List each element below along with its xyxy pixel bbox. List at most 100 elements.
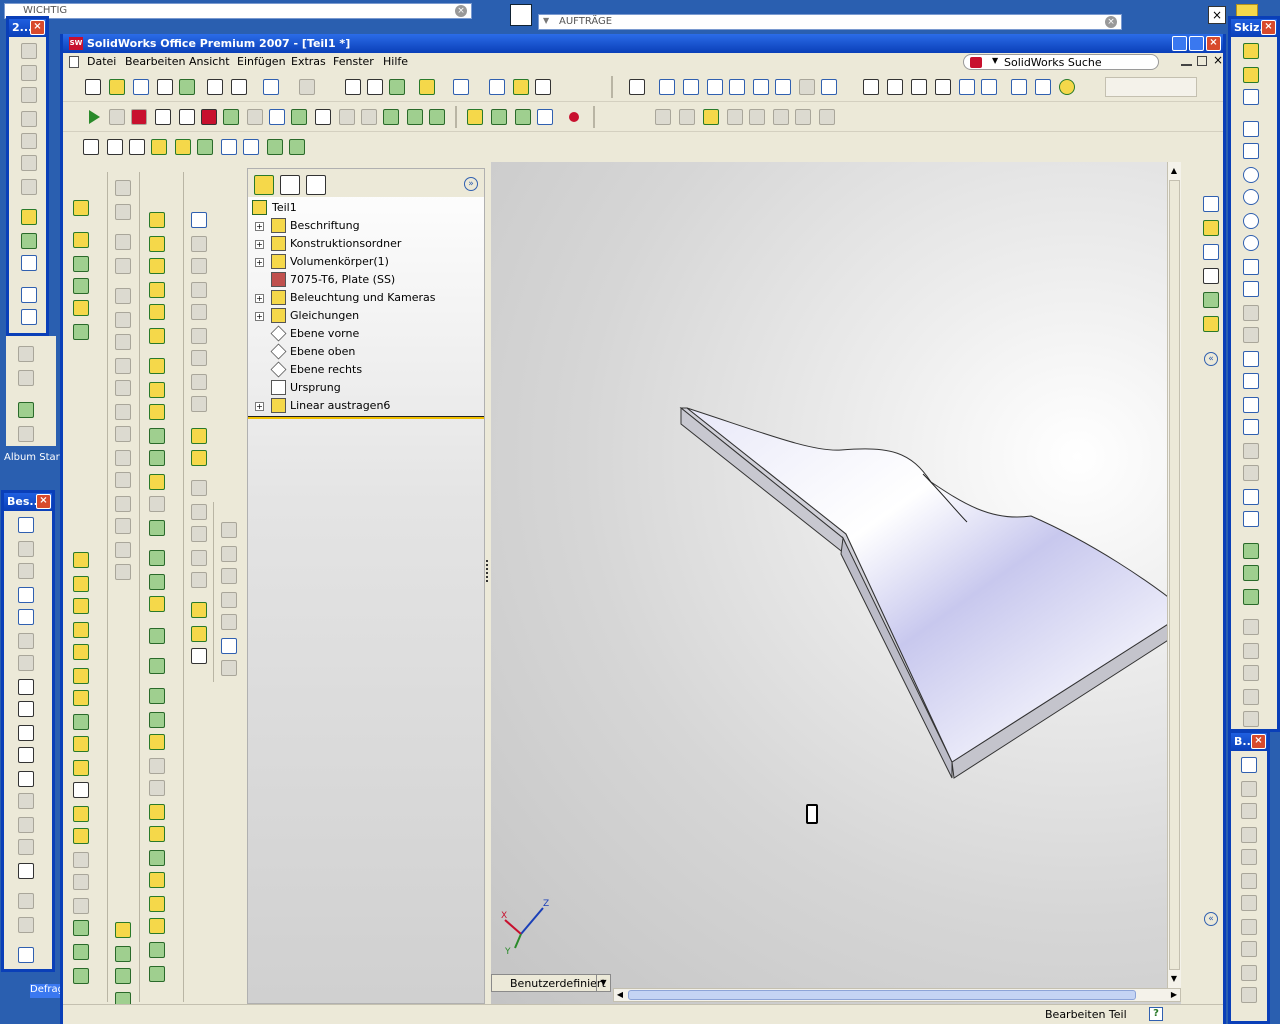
surface-finish-icon[interactable] [18, 679, 34, 695]
mold-icon-3[interactable] [191, 258, 207, 274]
dimension-tool-icon-11[interactable] [1241, 987, 1257, 1003]
import-diagnostics-icon[interactable] [267, 139, 283, 155]
float-window-dimensions-title[interactable]: B... × [1231, 733, 1267, 751]
expand-icon[interactable]: + [255, 222, 264, 231]
3d-sketch-mode-icon[interactable] [1243, 67, 1259, 83]
point-tool-icon[interactable] [515, 109, 531, 125]
scroll-thumb[interactable] [628, 990, 1136, 1000]
sketch-mode-icon[interactable] [1243, 43, 1259, 59]
config-dropdown[interactable] [1105, 77, 1197, 97]
balloon-icon[interactable] [18, 633, 34, 649]
sketch-pattern-icon-1[interactable] [1243, 443, 1259, 459]
centerline-sketch-icon[interactable] [1243, 351, 1259, 367]
expand-icon[interactable]: + [255, 240, 264, 249]
dock-tool-icon-2[interactable] [18, 370, 34, 386]
disabled-tool-icon-8[interactable] [819, 109, 835, 125]
maximize-button[interactable] [1189, 36, 1204, 51]
sheet-metal-icon-5[interactable] [73, 644, 89, 660]
float-window-annotation-title[interactable]: Bes... × [4, 493, 52, 511]
menu-hilfe[interactable]: Hilfe [383, 53, 408, 71]
sheet-metal-icon-13[interactable] [73, 828, 89, 844]
view-edit-icon[interactable] [21, 233, 37, 249]
configuration-manager-tab-icon[interactable] [306, 175, 326, 195]
scroll-up-icon[interactable]: ▲ [1168, 166, 1180, 178]
tree-item[interactable]: + Beleuchtung und Kameras [248, 289, 484, 307]
edit-macro-icon[interactable] [179, 109, 195, 125]
weld-icon-2[interactable] [115, 204, 131, 220]
float-window-dimensions-close-button[interactable]: × [1251, 734, 1266, 749]
weld-icon-12[interactable] [115, 450, 131, 466]
tangent-arc-icon[interactable] [1243, 259, 1259, 275]
dimension-tool-icon-4[interactable] [1241, 827, 1257, 843]
task-pane-view-palette-icon[interactable] [1203, 292, 1219, 308]
sheet-metal-icon-6[interactable] [73, 668, 89, 684]
view-right-icon[interactable] [21, 111, 37, 127]
dimension-tool-icon-7[interactable] [1241, 895, 1257, 911]
rectangle-icon[interactable] [1243, 143, 1259, 159]
dimension-tool-icon-10[interactable] [1241, 965, 1257, 981]
view-back-icon[interactable] [21, 65, 37, 81]
ref-axis-icon[interactable] [115, 946, 131, 962]
weld-symbol-icon[interactable] [18, 701, 34, 717]
weld-icon-5[interactable] [115, 288, 131, 304]
surface-icon-7[interactable] [149, 896, 165, 912]
expand-icon[interactable]: + [255, 294, 264, 303]
float-window-annotation-close-button[interactable]: × [36, 494, 51, 509]
table-icon-2[interactable] [221, 546, 237, 562]
section-view-icon[interactable] [1011, 79, 1027, 95]
macro-tool-icon-9[interactable] [407, 109, 423, 125]
task-pane-appearance-icon[interactable] [1203, 316, 1219, 332]
mold-icon-8[interactable] [191, 374, 207, 390]
section-properties-icon[interactable] [151, 139, 167, 155]
mold-icon-2[interactable] [191, 236, 207, 252]
minimize-button[interactable] [1172, 36, 1187, 51]
view-link-icon[interactable] [21, 255, 37, 271]
view-dropdown[interactable]: Benutzerdefiniert ▼ [491, 974, 611, 992]
tree-item[interactable]: + Konstruktionsordner [248, 235, 484, 253]
tree-item[interactable]: Ebene oben [248, 343, 484, 361]
rollback-bar[interactable] [248, 416, 484, 419]
disabled-tool-icon-1[interactable] [655, 109, 671, 125]
sheet-metal-icon-4[interactable] [73, 622, 89, 638]
dimension-tool-icon-5[interactable] [1241, 849, 1257, 865]
shaded-edges-icon[interactable] [935, 79, 951, 95]
project-curve-icon[interactable] [149, 688, 165, 704]
chamfer-icon[interactable] [149, 382, 165, 398]
draft-icon[interactable] [149, 450, 165, 466]
hole-icon[interactable] [149, 474, 165, 490]
auftraege-bar[interactable]: ▼ AUFTRÄGE × [538, 14, 1122, 30]
zoom-selection-icon[interactable] [729, 79, 745, 95]
sheet-metal-icon-7[interactable] [73, 690, 89, 706]
zoom-window-icon[interactable] [683, 79, 699, 95]
perimeter-circle-icon[interactable] [1243, 213, 1259, 229]
macro-tool-icon-7[interactable] [361, 109, 377, 125]
rebuild-icon[interactable] [367, 79, 383, 95]
print-icon[interactable] [207, 79, 223, 95]
linear-pattern-icon[interactable] [149, 520, 165, 536]
expand-icon[interactable]: + [255, 402, 264, 411]
sketch-chamfer-icon[interactable] [1243, 327, 1259, 343]
cosmetic-thread-icon[interactable] [18, 817, 34, 833]
shaded-icon[interactable] [959, 79, 975, 95]
shell-icon[interactable] [149, 428, 165, 444]
annotation-tool-icon-2[interactable] [18, 563, 34, 579]
mold-icon-11[interactable] [191, 450, 207, 466]
float-window-views-close-button[interactable]: × [30, 20, 45, 35]
desktop-close-icon[interactable]: × [1208, 6, 1226, 24]
horizontal-scrollbar[interactable]: ◀ ▶ [613, 988, 1181, 1002]
mold-icon-12[interactable] [191, 480, 207, 496]
note-icon[interactable] [18, 587, 34, 603]
sheet-metal-icon-16[interactable] [73, 898, 89, 914]
sheet-metal-icon-2[interactable] [73, 576, 89, 592]
view-front-icon[interactable] [21, 43, 37, 59]
view-orientation-icon[interactable] [821, 79, 837, 95]
weld-icon-15[interactable] [115, 518, 131, 534]
helix-icon[interactable] [73, 324, 89, 340]
macro-tool-icon-2[interactable] [247, 109, 263, 125]
weld-icon-13[interactable] [115, 472, 131, 488]
curve-icon[interactable] [73, 278, 89, 294]
centerline-icon[interactable] [18, 917, 34, 933]
search-input[interactable]: SolidWorks Suche [1004, 56, 1102, 69]
mold-icon-16[interactable] [191, 572, 207, 588]
macro-tool-icon-4[interactable] [291, 109, 307, 125]
